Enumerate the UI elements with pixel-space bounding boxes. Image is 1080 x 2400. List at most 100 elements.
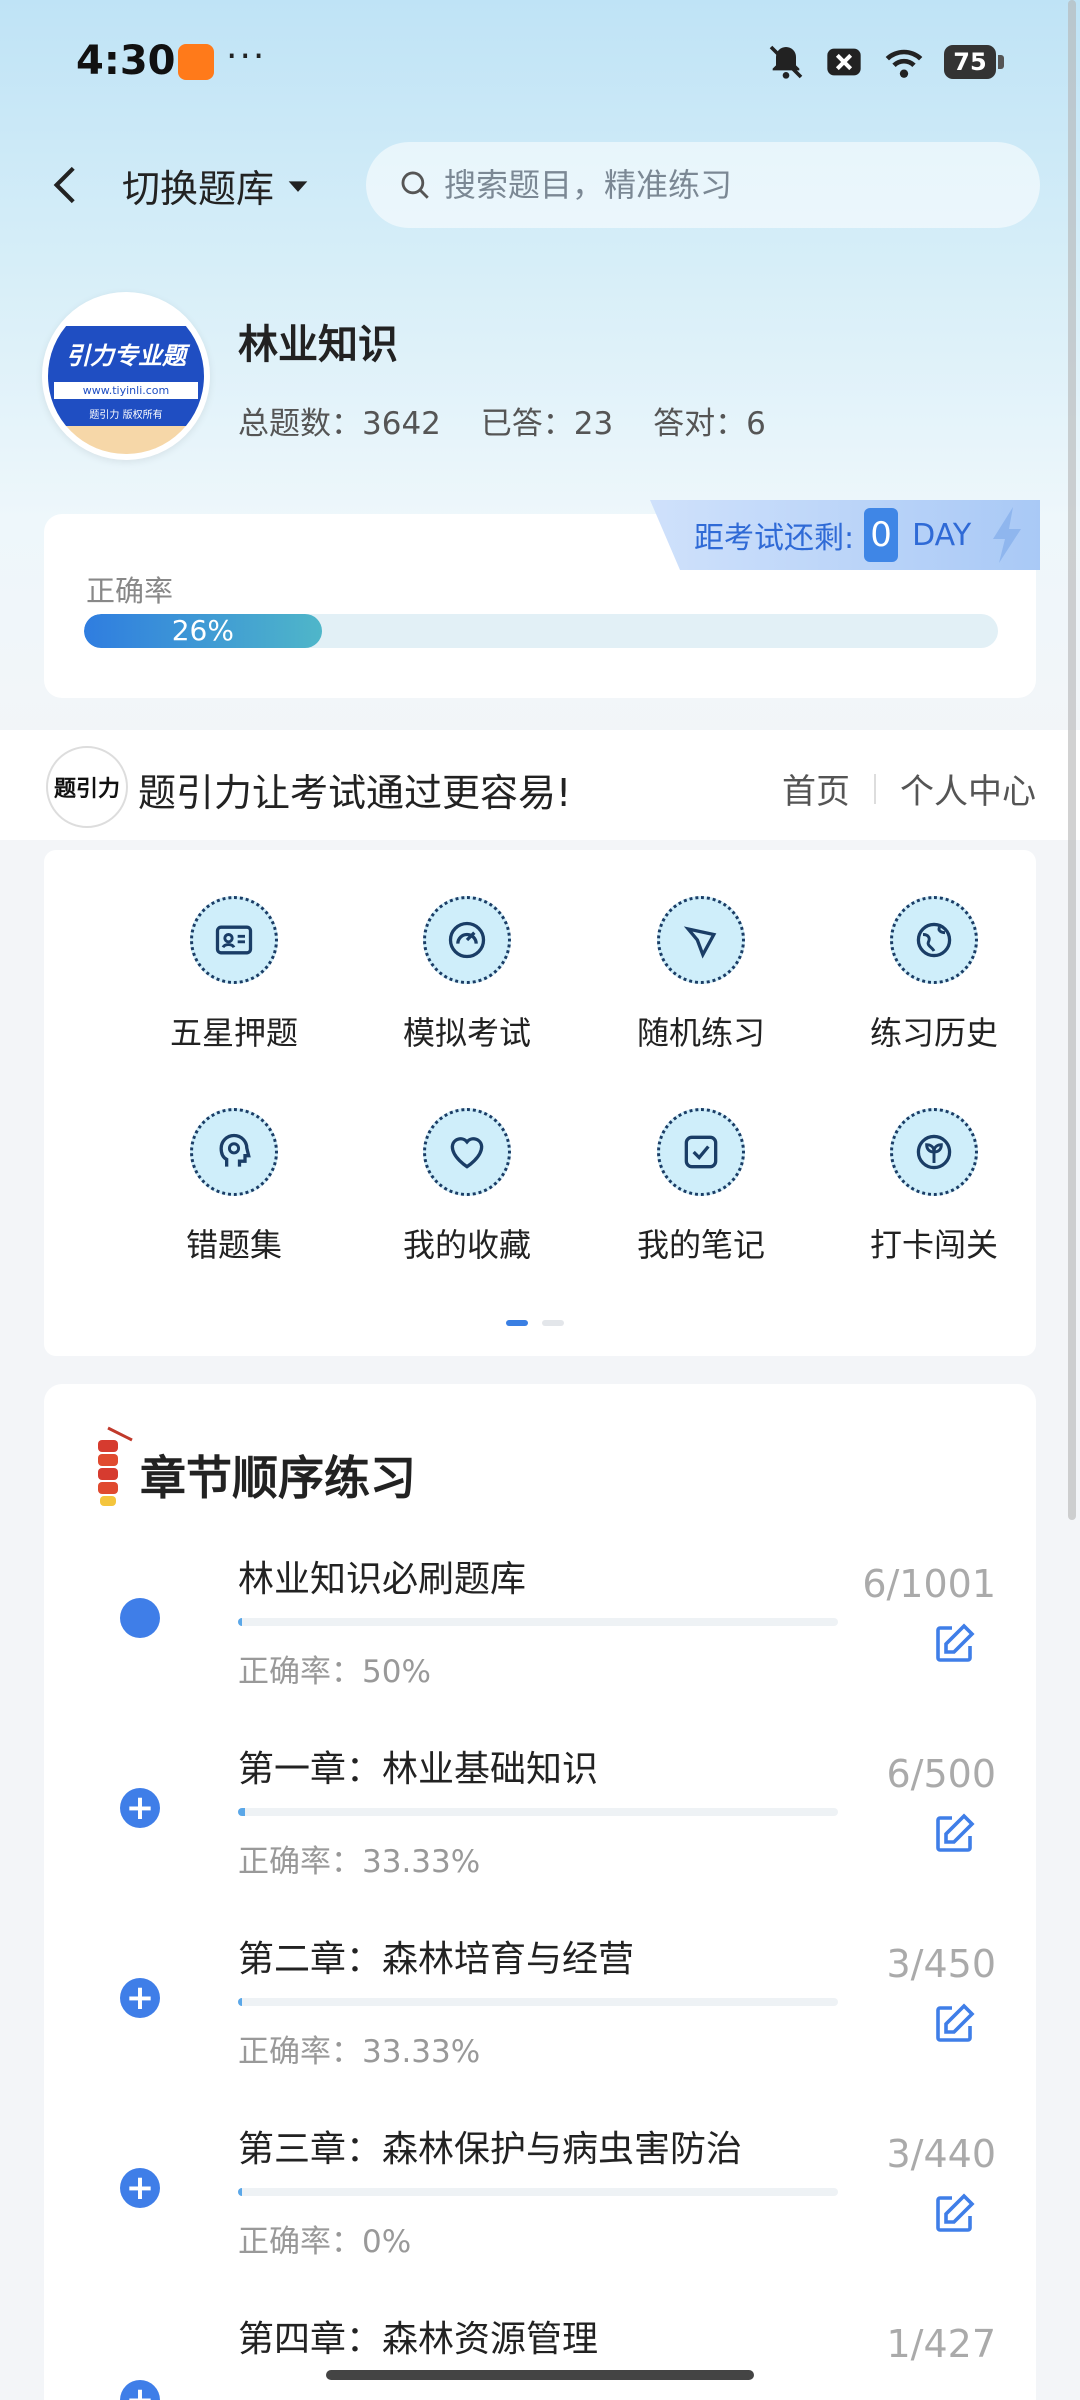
profile-link[interactable]: 个人中心 — [900, 764, 1036, 813]
chapter-row[interactable]: + 第三章：森林保护与病虫害防治 正确率：0% 3/440 — [44, 2120, 1036, 2310]
slogan-bar: 题引力 题引力让考试通过更容易! 首页 个人中心 — [0, 730, 1080, 840]
chapter-progress-bar — [238, 1618, 838, 1626]
search-input[interactable] — [442, 165, 1006, 205]
status-bar: 4:30 ··· 75 — [0, 0, 1080, 120]
top-nav: 切换题库 — [0, 140, 1080, 230]
search-bar[interactable] — [366, 142, 1040, 228]
chapter-count: 3/440 — [886, 2132, 996, 2176]
grid-item-five-star[interactable]: 五星押题 — [134, 896, 334, 1076]
edit-icon[interactable] — [930, 2000, 978, 2048]
slogan-text: 题引力让考试通过更容易! — [138, 771, 572, 815]
grid-label: 我的收藏 — [402, 1226, 531, 1264]
switch-bank-label: 切换题库 — [122, 167, 275, 211]
chapter-accuracy: 正确率：0% — [238, 2224, 412, 2260]
status-time: 4:30 — [76, 38, 176, 84]
chapter-count: 6/500 — [886, 1752, 996, 1796]
back-arrow-icon[interactable] — [42, 160, 92, 210]
brand-logo: 题引力 — [46, 746, 128, 828]
bank-logo-url: www.tiyinli.com — [54, 382, 198, 399]
grid-item-notes[interactable]: 我的笔记 — [601, 1108, 801, 1288]
accuracy-label: 正确率 — [86, 574, 174, 608]
expand-plus-icon[interactable]: + — [120, 2380, 160, 2400]
answered-count: 已答：23 — [480, 406, 614, 442]
grid-pager[interactable] — [506, 1320, 564, 1326]
chapter-row[interactable]: + 第一章：林业基础知识 正确率：33.33% 6/500 — [44, 1740, 1036, 1930]
bank-logo-footer: 题引力 版权所有 — [89, 410, 163, 421]
shopping-app-icon — [178, 44, 214, 80]
no-sim-icon — [827, 48, 861, 76]
edit-icon[interactable] — [930, 1810, 978, 1858]
lightning-icon — [993, 507, 1022, 563]
pager-dot[interactable] — [542, 1320, 564, 1326]
chapter-count: 3/450 — [886, 1942, 996, 1986]
grid-label: 随机练习 — [636, 1014, 765, 1052]
expand-plus-icon[interactable]: + — [120, 1978, 160, 2018]
grid-item-wrong-questions[interactable]: 错题集 — [134, 1108, 334, 1288]
note-check-icon — [657, 1108, 745, 1196]
chapter-active-dot — [120, 1598, 160, 1638]
chapter-row[interactable]: + 第四章：森林资源管理 1/427 — [44, 2310, 1036, 2400]
chapter-name: 第四章：森林资源管理 — [238, 2319, 599, 2360]
chapter-row[interactable]: + 第二章：森林培育与经营 正确率：33.33% 3/450 — [44, 1930, 1036, 2120]
link-divider — [874, 773, 876, 804]
home-link[interactable]: 首页 — [782, 764, 850, 813]
grid-label: 练习历史 — [869, 1014, 998, 1052]
bank-logo: 引力专业题 www.tiyinli.com 题引力 版权所有 — [42, 292, 210, 460]
bank-title: 林业知识 — [238, 322, 398, 368]
slogan-links: 首页 个人中心 — [782, 764, 1036, 813]
heart-icon — [423, 1108, 511, 1196]
expand-plus-icon[interactable]: + — [120, 1788, 160, 1828]
grid-item-checkin[interactable]: 打卡闯关 — [834, 1108, 1034, 1288]
bank-logo-title: 引力专业题 — [66, 342, 186, 370]
accuracy-progress-bar: 26% — [84, 614, 998, 648]
chapter-practice-card: 章节顺序练习 林业知识必刷题库 正确率：50% 6/1001 + 第一章：林业基… — [44, 1384, 1036, 2400]
caret-down-icon — [288, 180, 308, 192]
feature-grid: 五星押题 模拟考试 随机练习 练习历史 错题集 我的收藏 我的笔记 打卡闯关 — [44, 850, 1036, 1356]
chapter-name: 第二章：森林培育与经营 — [238, 1939, 635, 1980]
expand-plus-icon[interactable]: + — [120, 2168, 160, 2208]
more-notifications-icon: ··· — [226, 36, 267, 77]
total-questions: 总题数：3642 — [238, 406, 441, 442]
countdown-label: 距考试还剩: — [694, 521, 855, 556]
chapter-progress-bar — [238, 1808, 838, 1816]
bell-muted-icon — [769, 45, 803, 79]
pager-dot-active[interactable] — [506, 1320, 528, 1326]
grid-label: 错题集 — [185, 1226, 282, 1264]
head-icon — [190, 1108, 278, 1196]
firecracker-icon — [98, 1426, 133, 1506]
chapter-name: 林业知识必刷题库 — [238, 1559, 527, 1600]
chapter-progress-fill — [238, 1998, 243, 2006]
grid-item-history[interactable]: 练习历史 — [834, 896, 1034, 1076]
grid-label: 打卡闯关 — [869, 1226, 998, 1264]
edit-icon[interactable] — [930, 1620, 978, 1668]
accuracy-value: 26% — [171, 614, 234, 647]
shuffle-icon — [657, 896, 745, 984]
grid-label: 我的笔记 — [636, 1226, 765, 1264]
switch-bank-dropdown[interactable]: 切换题库 — [122, 158, 312, 213]
correct-count: 答对：6 — [653, 406, 766, 442]
bank-stats: 总题数：3642 已答：23 答对：6 — [238, 398, 796, 443]
countdown-unit: DAY — [912, 517, 972, 553]
grid-item-mock-exam[interactable]: 模拟考试 — [367, 896, 567, 1076]
chapter-progress-bar — [238, 1998, 838, 2006]
chapter-row[interactable]: 林业知识必刷题库 正确率：50% 6/1001 — [44, 1550, 1036, 1740]
grid-item-favorites[interactable]: 我的收藏 — [367, 1108, 567, 1288]
exam-countdown-banner: 距考试还剩: 0 DAY — [650, 500, 1040, 570]
countdown-days: 0 — [864, 508, 899, 562]
grid-item-random-practice[interactable]: 随机练习 — [601, 896, 801, 1076]
edit-icon[interactable] — [930, 2190, 978, 2238]
home-indicator[interactable] — [326, 2370, 754, 2380]
grid-label: 模拟考试 — [402, 1014, 531, 1052]
page-scrollbar[interactable] — [1068, 0, 1076, 1520]
chapter-name: 第三章：森林保护与病虫害防治 — [238, 2129, 743, 2170]
globe-icon — [890, 896, 978, 984]
chapter-progress-fill — [238, 1808, 246, 1816]
chapter-count: 6/1001 — [862, 1562, 996, 1606]
gauge-icon — [423, 896, 511, 984]
chapter-accuracy: 正确率：33.33% — [238, 2034, 481, 2070]
battery-level: 75 — [944, 45, 996, 79]
chapter-progress-fill — [238, 1618, 242, 1626]
leaf-icon — [890, 1108, 978, 1196]
search-icon — [401, 171, 429, 199]
chapter-count: 1/427 — [886, 2322, 996, 2366]
